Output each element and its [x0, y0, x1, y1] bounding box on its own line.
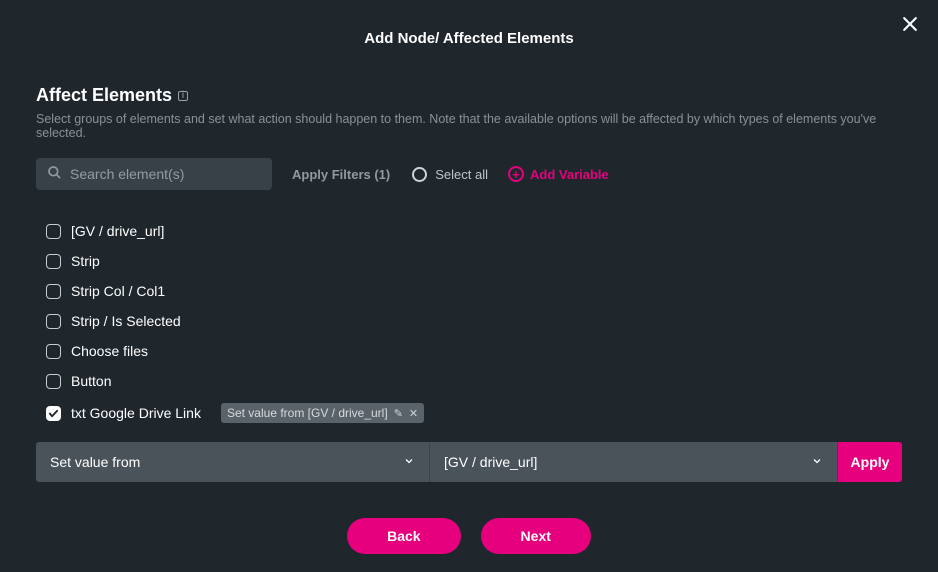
- select-all-checkbox[interactable]: Select all: [412, 167, 488, 182]
- value-dropdown[interactable]: [GV / drive_url]: [430, 442, 838, 482]
- list-item-label: Choose files: [71, 343, 148, 359]
- list-item[interactable]: Strip / Is Selected: [36, 306, 902, 336]
- footer-buttons: Back Next: [0, 518, 938, 554]
- action-pill: Set value from [GV / drive_url] ✎ ✕: [221, 403, 424, 423]
- next-button[interactable]: Next: [481, 518, 591, 554]
- list-item-label: Strip Col / Col1: [71, 283, 165, 299]
- select-all-box[interactable]: [412, 167, 427, 182]
- section-header: Affect Elements i: [36, 85, 902, 106]
- checkbox[interactable]: [46, 314, 61, 329]
- checkbox[interactable]: [46, 284, 61, 299]
- action-pill-text: Set value from [GV / drive_url]: [227, 406, 388, 420]
- controls-row: Apply Filters (1) Select all + Add Varia…: [36, 158, 902, 190]
- add-variable-button[interactable]: + Add Variable: [508, 166, 609, 182]
- info-icon[interactable]: i: [178, 91, 188, 101]
- plus-circle-icon: +: [508, 166, 524, 182]
- apply-filters-button[interactable]: Apply Filters (1): [292, 167, 390, 182]
- add-variable-label: Add Variable: [530, 167, 609, 182]
- list-item-label: Button: [71, 373, 111, 389]
- list-item-label: [GV / drive_url]: [71, 223, 164, 239]
- checkbox[interactable]: [46, 254, 61, 269]
- list-item[interactable]: Choose files: [36, 336, 902, 366]
- list-item-label: Strip / Is Selected: [71, 313, 181, 329]
- search-input[interactable]: [70, 166, 262, 182]
- search-icon: [46, 164, 62, 185]
- section-description: Select groups of elements and set what a…: [36, 112, 902, 140]
- action-row: Set value from [GV / drive_url] Apply: [36, 442, 902, 482]
- apply-button[interactable]: Apply: [838, 442, 902, 482]
- action-dropdown[interactable]: Set value from: [36, 442, 430, 482]
- checkbox[interactable]: [46, 374, 61, 389]
- list-item-label: Strip: [71, 253, 100, 269]
- back-button[interactable]: Back: [347, 518, 460, 554]
- checkbox[interactable]: [46, 344, 61, 359]
- action-dropdown-label: Set value from: [50, 454, 140, 470]
- list-item[interactable]: Strip: [36, 246, 902, 276]
- search-field[interactable]: [36, 158, 272, 190]
- modal-root: Add Node/ Affected Elements Affect Eleme…: [0, 0, 938, 572]
- chevron-down-icon: [403, 454, 415, 470]
- list-item[interactable]: Button: [36, 366, 902, 396]
- value-dropdown-label: [GV / drive_url]: [444, 454, 537, 470]
- list-item[interactable]: [GV / drive_url]: [36, 216, 902, 246]
- select-all-label: Select all: [435, 167, 488, 182]
- pencil-icon[interactable]: ✎: [394, 407, 403, 420]
- section-title: Affect Elements: [36, 85, 172, 106]
- checkbox[interactable]: [46, 224, 61, 239]
- remove-pill-icon[interactable]: ✕: [409, 407, 418, 420]
- element-list: [GV / drive_url] Strip Strip Col / Col1 …: [36, 216, 902, 430]
- list-item[interactable]: Strip Col / Col1: [36, 276, 902, 306]
- chevron-down-icon: [811, 454, 823, 470]
- list-item-label: txt Google Drive Link: [71, 405, 201, 421]
- close-icon[interactable]: [900, 14, 920, 34]
- list-item[interactable]: txt Google Drive Link Set value from [GV…: [36, 396, 902, 430]
- checkbox[interactable]: [46, 406, 61, 421]
- page-title: Add Node/ Affected Elements: [36, 0, 902, 47]
